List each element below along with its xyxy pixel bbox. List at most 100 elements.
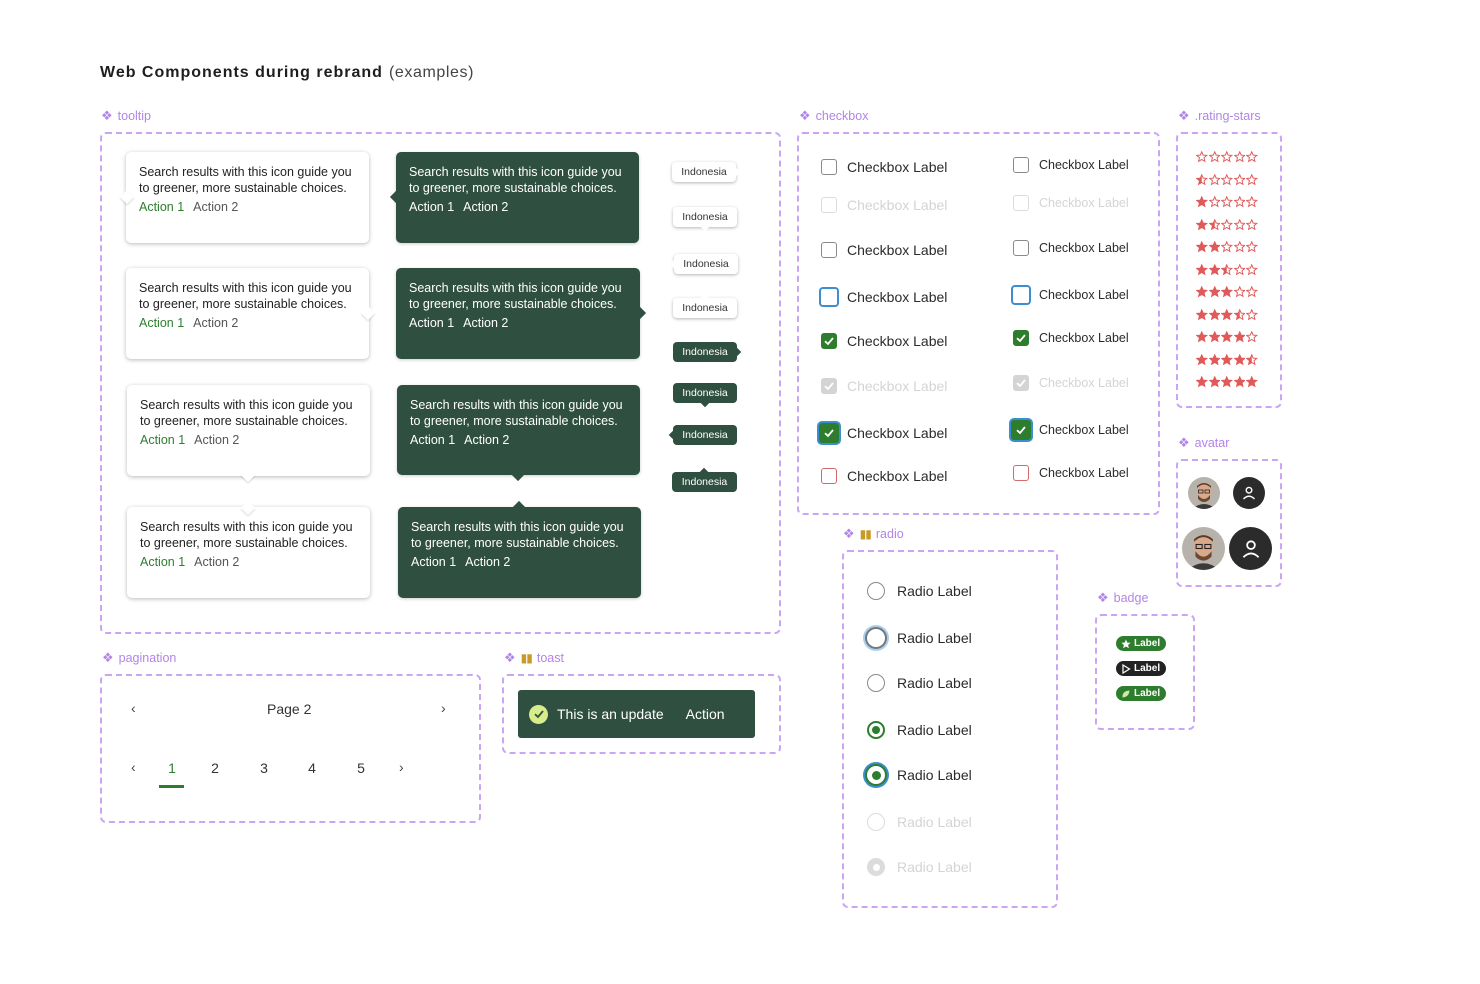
tooltip-action-2[interactable]: Action 2 <box>463 316 508 332</box>
rating-stars-row[interactable] <box>1196 151 1258 163</box>
checkbox-box[interactable] <box>821 333 837 349</box>
star-icon[interactable] <box>1208 241 1221 253</box>
checkbox-box[interactable] <box>819 287 839 307</box>
tooltip-action-1[interactable]: Action 1 <box>139 316 184 332</box>
star-icon[interactable] <box>1196 331 1208 343</box>
star-icon[interactable] <box>1208 376 1221 388</box>
tooltip-action-2[interactable]: Action 2 <box>464 433 509 449</box>
checkbox-small-error[interactable]: Checkbox Label <box>1013 465 1129 481</box>
tooltip-action-2[interactable]: Action 2 <box>193 316 238 332</box>
toast-action[interactable]: Action <box>686 706 725 722</box>
radio-circle[interactable] <box>865 627 887 649</box>
rating-stars-row[interactable] <box>1196 376 1258 388</box>
checkbox-large-default[interactable]: Checkbox Label <box>821 159 947 175</box>
star-icon[interactable] <box>1196 286 1208 298</box>
star-icon[interactable] <box>1246 173 1258 186</box>
star-icon[interactable] <box>1233 286 1246 298</box>
radio-default[interactable]: Radio Label <box>867 674 972 692</box>
checkbox-box[interactable] <box>1011 285 1031 305</box>
star-icon[interactable] <box>1208 331 1221 343</box>
checkbox-box[interactable] <box>1013 157 1029 173</box>
radio-circle[interactable] <box>867 674 885 692</box>
star-icon[interactable] <box>1208 151 1221 163</box>
star-icon[interactable] <box>1233 241 1246 253</box>
star-icon[interactable] <box>1196 353 1208 366</box>
star-icon[interactable] <box>1246 151 1258 163</box>
chevron-right-icon[interactable]: › <box>441 700 446 716</box>
page-number-3[interactable]: 3 <box>254 760 274 776</box>
chevron-right-icon[interactable]: › <box>399 759 404 775</box>
star-icon[interactable] <box>1221 241 1233 253</box>
rating-stars-row[interactable] <box>1196 353 1258 366</box>
checkbox-small-default[interactable]: Checkbox Label <box>1013 240 1129 256</box>
checkbox-small-focus[interactable]: Checkbox Label <box>1011 285 1129 305</box>
star-icon[interactable] <box>1246 308 1258 321</box>
star-icon[interactable] <box>1208 196 1221 208</box>
star-icon[interactable] <box>1246 376 1258 388</box>
radio-checked-focus[interactable]: Radio Label <box>865 764 972 786</box>
star-icon[interactable] <box>1208 218 1221 231</box>
star-icon[interactable] <box>1221 173 1233 186</box>
avatar-placeholder-small[interactable] <box>1233 477 1265 509</box>
star-icon[interactable] <box>1208 263 1221 276</box>
star-icon[interactable] <box>1221 308 1233 321</box>
rating-stars-row[interactable] <box>1196 286 1258 298</box>
star-icon[interactable] <box>1246 263 1258 276</box>
tooltip-action-2[interactable]: Action 2 <box>193 200 238 216</box>
star-icon[interactable] <box>1221 218 1233 231</box>
checkbox-box[interactable] <box>821 159 837 175</box>
avatar-photo-small[interactable] <box>1188 477 1220 509</box>
rating-stars-row[interactable] <box>1196 263 1258 276</box>
page-number-2[interactable]: 2 <box>205 760 225 776</box>
star-icon[interactable] <box>1196 173 1208 186</box>
star-icon[interactable] <box>1221 286 1233 298</box>
checkbox-box[interactable] <box>1013 240 1029 256</box>
rating-stars-row[interactable] <box>1196 241 1258 253</box>
star-icon[interactable] <box>1221 263 1233 276</box>
checkbox-large-error[interactable]: Checkbox Label <box>821 468 947 484</box>
star-icon[interactable] <box>1233 308 1246 321</box>
page-number-5[interactable]: 5 <box>351 760 371 776</box>
checkbox-box[interactable] <box>1013 330 1029 346</box>
rating-stars-row[interactable] <box>1196 308 1258 321</box>
star-icon[interactable] <box>1196 241 1208 253</box>
star-icon[interactable] <box>1233 376 1246 388</box>
tooltip-action-1[interactable]: Action 1 <box>140 433 185 449</box>
rating-stars-row[interactable] <box>1196 196 1258 208</box>
rating-stars-row[interactable] <box>1196 331 1258 343</box>
radio-circle[interactable] <box>867 582 885 600</box>
tooltip-action-2[interactable]: Action 2 <box>194 555 239 571</box>
star-icon[interactable] <box>1196 151 1208 163</box>
star-icon[interactable] <box>1233 173 1246 186</box>
checkbox-large-default[interactable]: Checkbox Label <box>821 242 947 258</box>
checkbox-box[interactable] <box>1013 465 1029 481</box>
tooltip-action-1[interactable]: Action 1 <box>409 200 454 216</box>
star-icon[interactable] <box>1196 196 1208 208</box>
checkbox-large-checked-focus[interactable]: Checkbox Label <box>819 423 947 443</box>
checkbox-box[interactable] <box>819 423 839 443</box>
page-number-1[interactable]: 1 <box>162 760 182 776</box>
star-icon[interactable] <box>1233 263 1246 276</box>
rating-stars-row[interactable] <box>1196 218 1258 231</box>
star-icon[interactable] <box>1246 218 1258 231</box>
star-icon[interactable] <box>1246 196 1258 208</box>
checkbox-small-checked[interactable]: Checkbox Label <box>1013 330 1129 346</box>
checkbox-box[interactable] <box>821 242 837 258</box>
page-number-4[interactable]: 4 <box>302 760 322 776</box>
tooltip-action-1[interactable]: Action 1 <box>139 200 184 216</box>
star-icon[interactable] <box>1246 286 1258 298</box>
rating-stars-row[interactable] <box>1196 173 1258 186</box>
star-icon[interactable] <box>1196 263 1208 276</box>
star-icon[interactable] <box>1208 286 1221 298</box>
radio-checked[interactable]: Radio Label <box>867 721 972 739</box>
tooltip-action-1[interactable]: Action 1 <box>410 433 455 449</box>
star-icon[interactable] <box>1208 353 1221 366</box>
star-icon[interactable] <box>1196 218 1208 231</box>
star-icon[interactable] <box>1233 196 1246 208</box>
star-icon[interactable] <box>1221 331 1233 343</box>
star-icon[interactable] <box>1221 353 1233 366</box>
tooltip-action-1[interactable]: Action 1 <box>411 555 456 571</box>
star-icon[interactable] <box>1233 353 1246 366</box>
star-icon[interactable] <box>1221 196 1233 208</box>
star-icon[interactable] <box>1246 241 1258 253</box>
